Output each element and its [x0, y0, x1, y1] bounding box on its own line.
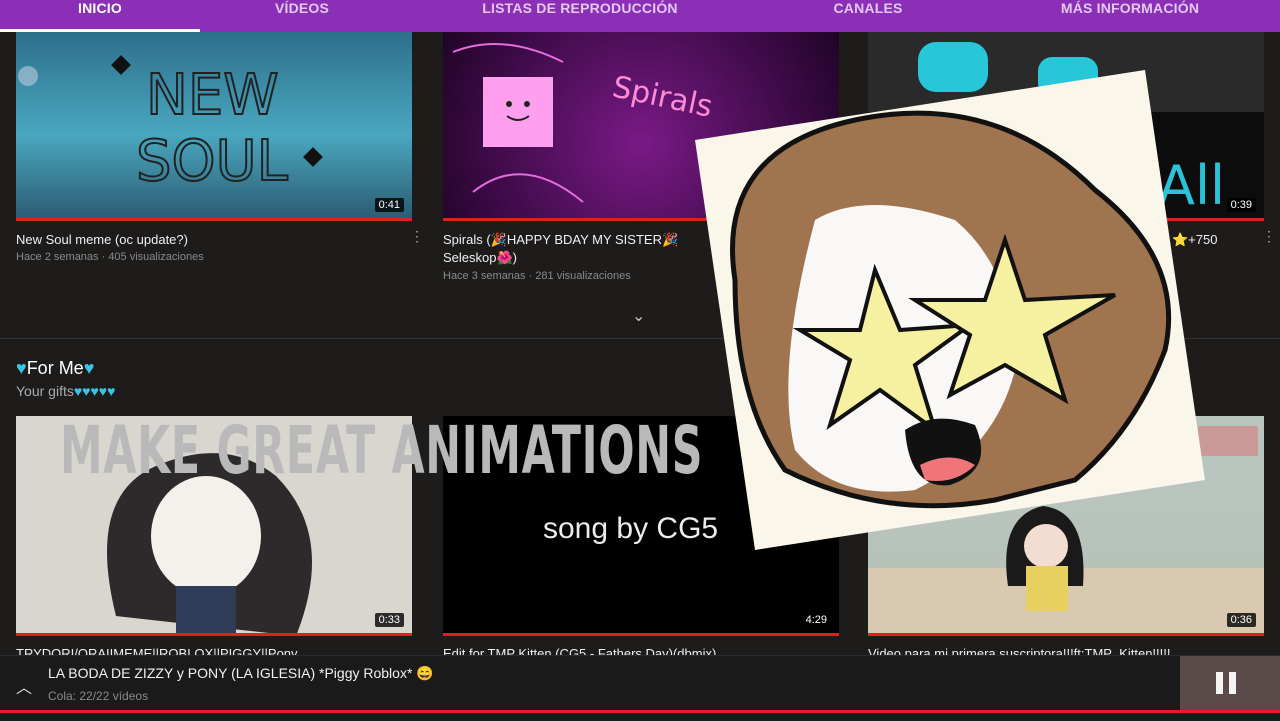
video-duration: 0:36 [1226, 613, 1256, 627]
video-title[interactable]: New Soul meme (oc update?) [16, 231, 188, 249]
tab-label: CANALES [833, 0, 903, 16]
video-duration: 0:41 [374, 198, 404, 212]
pause-icon[interactable] [1216, 672, 1238, 694]
tab-label: MÁS INFORMACIÓN [1060, 0, 1200, 16]
tab-label: VÍDEOS [274, 0, 330, 16]
video-thumbnail[interactable]: NEW SOUL 0:41 [16, 32, 412, 221]
heart-icon: ♥♥♥♥♥ [73, 383, 116, 399]
playback-progress[interactable] [0, 710, 1280, 713]
chevron-up-icon[interactable]: ︿ [16, 674, 32, 698]
channel-tab-bar: INICIO VÍDEOS LISTAS DE REPRODUCCIÓN CAN… [0, 0, 1280, 32]
section-subtitle-text: Your gifts [16, 383, 74, 399]
thumb-text-song: song by CG5 [543, 512, 719, 545]
avatar-sticker [695, 70, 1205, 550]
section-title[interactable]: ♥For Me♥ [16, 358, 94, 379]
tab-more-info[interactable]: MÁS INFORMACIÓN [1030, 0, 1230, 32]
chevron-down-icon[interactable]: ⌄ [632, 306, 645, 326]
mini-player-title[interactable]: LA BODA DE ZIZZY y PONY (LA IGLESIA) *Pi… [48, 665, 434, 682]
tab-channels[interactable]: CANALES [768, 0, 968, 32]
video-meta: Hace 2 semanas · 405 visualizaciones [16, 251, 204, 263]
tab-playlists[interactable]: LISTAS DE REPRODUCCIÓN [430, 0, 730, 32]
thumb-text-soul: SOUL [136, 129, 288, 194]
heart-icon: ♥ [16, 358, 27, 378]
overlay-caption: MAKE GREAT ANIMATIONS [60, 412, 704, 489]
video-meta: Hace 3 semanas · 281 visualizaciones [443, 270, 631, 282]
mini-player-queue: Cola: 22/22 vídeos [48, 689, 149, 703]
heart-icon: ♥ [83, 358, 95, 378]
new-soul-artwork: NEW SOUL [18, 55, 323, 195]
tab-videos[interactable]: VÍDEOS [202, 0, 402, 32]
video-title-line: Spirals (🎉HAPPY BDAY MY SISTER🎉 [443, 232, 679, 247]
video-title-line: Seleskop🌺) [443, 250, 517, 265]
video-title[interactable]: Spirals (🎉HAPPY BDAY MY SISTER🎉 Seleskop… [443, 231, 678, 267]
video-duration: 0:39 [1226, 198, 1256, 212]
tab-inicio[interactable]: INICIO [0, 0, 200, 32]
more-options-icon[interactable]: ⋮ [410, 229, 424, 243]
section-title-text: For Me [26, 358, 84, 378]
mini-player[interactable]: ︿ LA BODA DE ZIZZY y PONY (LA IGLESIA) *… [0, 655, 1280, 721]
video-duration: 4:29 [801, 613, 831, 627]
mini-player-thumbnail[interactable] [1180, 656, 1280, 710]
thumb-text-new: NEW [146, 63, 279, 128]
section-subtitle: Your gifts♥♥♥♥♥ [16, 383, 115, 399]
tab-label: INICIO [78, 0, 122, 16]
more-options-icon[interactable]: ⋮ [1262, 229, 1276, 243]
tab-label: LISTAS DE REPRODUCCIÓN [482, 0, 678, 16]
video-duration: 0:33 [374, 613, 404, 627]
